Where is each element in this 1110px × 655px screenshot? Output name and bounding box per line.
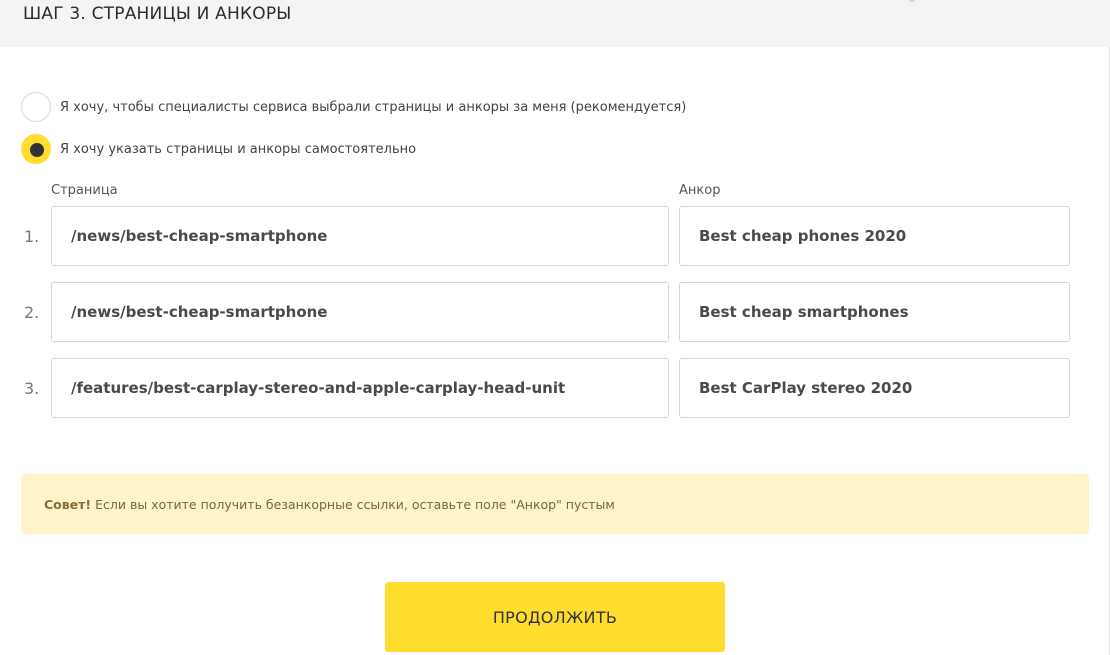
- option-auto-select[interactable]: Я хочу, чтобы специалисты сервиса выбрал…: [21, 92, 686, 122]
- tip-notice: Совет! Если вы хотите получить безанкорн…: [21, 474, 1089, 534]
- page-input-2[interactable]: /news/best-cheap-smartphone: [51, 282, 669, 342]
- step-header: ШАГ 3. СТРАНИЦЫ И АНКОРЫ: [0, 0, 1110, 47]
- page-input-1[interactable]: /news/best-cheap-smartphone: [51, 206, 669, 266]
- anchor-input-1[interactable]: Best cheap phones 2020: [679, 206, 1070, 266]
- row-number: 3.: [24, 379, 40, 398]
- radio-button-auto[interactable]: [21, 92, 51, 122]
- step-title: ШАГ 3. СТРАНИЦЫ И АНКОРЫ: [23, 4, 292, 24]
- row-number: 2.: [24, 303, 40, 322]
- row-number: 1.: [24, 227, 40, 246]
- continue-button[interactable]: ПРОДОЛЖИТЬ: [385, 582, 725, 652]
- radio-button-manual[interactable]: [21, 134, 51, 164]
- header-decoration: [909, 0, 915, 2]
- column-label-anchor: Анкор: [679, 183, 721, 198]
- tip-label: Совет!: [44, 496, 92, 512]
- column-label-page: Страница: [51, 183, 118, 198]
- option-manual-label: Я хочу указать страницы и анкоры самосто…: [60, 141, 417, 157]
- tip-text: Если вы хотите получить безанкорные ссыл…: [95, 496, 615, 512]
- option-manual-select[interactable]: Я хочу указать страницы и анкоры самосто…: [21, 134, 416, 164]
- page-input-3[interactable]: /features/best-carplay-stereo-and-apple-…: [51, 358, 669, 418]
- anchor-input-2[interactable]: Best cheap smartphones: [679, 282, 1070, 342]
- option-auto-label: Я хочу, чтобы специалисты сервиса выбрал…: [60, 99, 687, 115]
- radio-dot-icon: [30, 143, 44, 157]
- anchor-input-3[interactable]: Best CarPlay stereo 2020: [679, 358, 1070, 418]
